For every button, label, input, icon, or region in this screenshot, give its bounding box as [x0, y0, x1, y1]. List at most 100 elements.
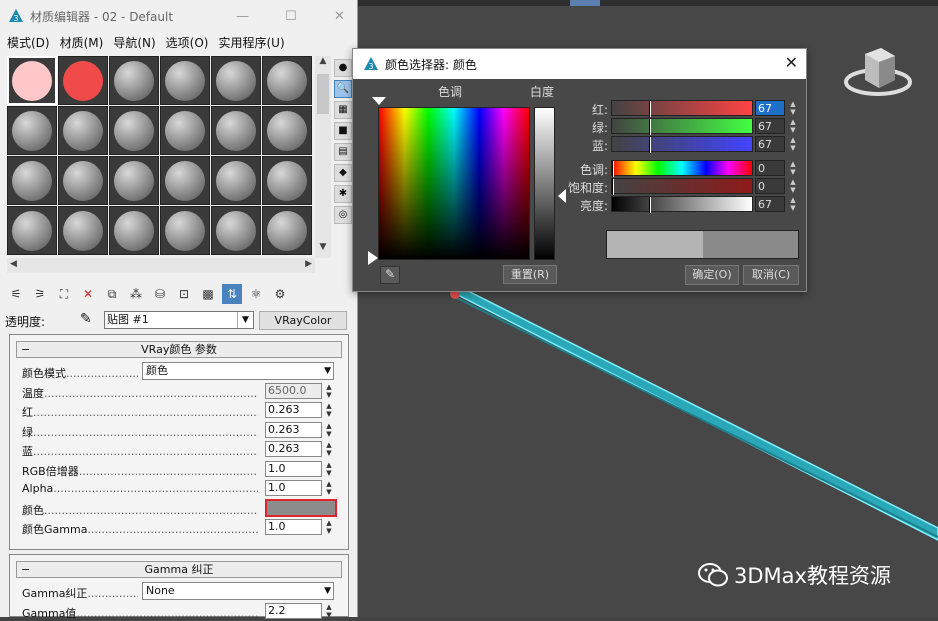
material-slot[interactable] — [7, 156, 57, 205]
param-value-field[interactable]: 1.0 — [265, 480, 322, 496]
viewcube-icon[interactable] — [843, 44, 913, 100]
scroll-right-icon[interactable]: ▶ — [305, 259, 312, 269]
spinner-icon[interactable]: ▲▼ — [324, 519, 334, 535]
spinner-icon[interactable]: ▲▼ — [788, 118, 798, 134]
hue-pointer-icon[interactable] — [372, 97, 386, 105]
make-unique-icon[interactable]: ⁂ — [126, 284, 146, 304]
rollout-header[interactable]: −VRay颜色 参数 — [16, 341, 342, 358]
channel-value-field[interactable]: 67 — [755, 136, 785, 152]
put-to-scene-icon[interactable]: ⚞ — [30, 284, 50, 304]
options-icon[interactable]: ✱ — [334, 185, 352, 203]
material-slot[interactable] — [7, 206, 57, 255]
menu-utilities[interactable]: 实用程序(U) — [215, 32, 287, 52]
material-slot[interactable] — [109, 156, 159, 205]
scroll-up-icon[interactable]: ▲ — [315, 56, 331, 72]
cancel-button[interactable]: 取消(C) — [743, 265, 799, 285]
spinner-icon[interactable]: ▲▼ — [324, 402, 334, 418]
magnify-icon[interactable]: 🔍 — [334, 80, 352, 98]
material-slot[interactable] — [262, 156, 312, 205]
param-value-field[interactable]: 0.263 — [265, 402, 322, 418]
param-value-field[interactable]: 0.263 — [265, 422, 322, 438]
slider-marker[interactable] — [612, 161, 614, 177]
material-id-icon[interactable]: ⊡ — [174, 284, 194, 304]
show-end-result-icon[interactable]: ⇅ — [222, 284, 242, 304]
material-slot[interactable] — [58, 56, 108, 105]
menu-material[interactable]: 材质(M) — [57, 32, 107, 52]
blackness-pointer-icon[interactable] — [558, 189, 566, 203]
slots-vertical-scrollbar[interactable]: ▲ ▼ — [315, 56, 331, 258]
channel-value-field[interactable]: 0 — [755, 160, 785, 176]
menu-navigation[interactable]: 导航(N) — [110, 32, 158, 52]
material-slot[interactable] — [160, 206, 210, 255]
material-slot[interactable] — [58, 156, 108, 205]
spinner-icon[interactable]: ▲▼ — [324, 603, 334, 619]
channel-value-field[interactable]: 67 — [755, 118, 785, 134]
map-type-button[interactable]: VRayColor — [259, 311, 347, 330]
select-by-material-icon[interactable]: ◎ — [334, 206, 352, 224]
go-forward-sibling-icon[interactable]: ⚙ — [270, 284, 290, 304]
make-preview-icon[interactable]: ◆ — [334, 164, 352, 182]
sample-type-icon[interactable]: ● — [334, 59, 352, 77]
rollout-header-gamma[interactable]: −Gamma 纠正 — [16, 561, 342, 578]
channel-value-field[interactable]: 67 — [755, 196, 785, 212]
maximize-icon[interactable]: ☐ — [285, 9, 297, 24]
slider-marker[interactable] — [649, 137, 651, 153]
slots-horizontal-scrollbar[interactable]: ◀ ▶ — [7, 258, 315, 273]
get-material-icon[interactable]: ⚟ — [6, 284, 26, 304]
slider-marker[interactable] — [649, 197, 651, 213]
eyedropper-icon[interactable]: ✎ — [80, 311, 92, 327]
assign-material-icon[interactable]: ⛶ — [54, 284, 74, 304]
param-value-field[interactable]: 6500.0 — [265, 383, 322, 399]
close-icon[interactable]: ✕ — [334, 9, 345, 24]
background-checker-icon[interactable]: ▦ — [334, 101, 352, 119]
show-map-icon[interactable]: ▩ — [198, 284, 218, 304]
channel-slider[interactable] — [611, 178, 753, 194]
material-slot[interactable] — [58, 206, 108, 255]
go-to-parent-icon[interactable]: ⚛ — [246, 284, 266, 304]
material-slot[interactable] — [58, 106, 108, 155]
spinner-icon[interactable]: ▲▼ — [324, 480, 334, 496]
scroll-left-icon[interactable]: ◀ — [10, 259, 17, 269]
close-icon[interactable]: ✕ — [785, 53, 798, 72]
param-value-field[interactable]: 1.0 — [265, 519, 322, 535]
spinner-icon[interactable]: ▲▼ — [788, 100, 798, 116]
menu-mode[interactable]: 模式(D) — [4, 32, 53, 52]
material-slot[interactable] — [7, 106, 57, 155]
backlight-icon[interactable]: ■ — [334, 122, 352, 140]
spinner-icon[interactable]: ▲▼ — [324, 461, 334, 477]
param-value-field[interactable]: 0.263 — [265, 441, 322, 457]
spinner-icon[interactable]: ▲▼ — [788, 136, 798, 152]
ok-button[interactable]: 确定(O) — [685, 265, 739, 285]
whiteness-pointer-icon[interactable] — [368, 251, 378, 265]
spinner-icon[interactable]: ▲▼ — [324, 441, 334, 457]
put-to-library-icon[interactable]: ⛁ — [150, 284, 170, 304]
map-name-select[interactable]: 贴图 #1 ▼ — [104, 311, 254, 329]
reset-icon[interactable]: ✕ — [78, 284, 98, 304]
reset-button[interactable]: 重置(R) — [503, 265, 557, 284]
param-dropdown[interactable]: None▼ — [142, 582, 334, 600]
material-slot[interactable] — [160, 106, 210, 155]
channel-slider[interactable] — [611, 160, 753, 176]
material-slot[interactable] — [262, 56, 312, 105]
param-dropdown[interactable]: 颜色▼ — [142, 362, 334, 380]
spinner-icon[interactable]: ▲▼ — [788, 196, 798, 212]
material-slot[interactable] — [211, 206, 261, 255]
minimize-icon[interactable]: — — [236, 9, 249, 24]
scroll-thumb[interactable] — [317, 74, 329, 114]
eyedropper-icon[interactable]: ✎ — [380, 266, 400, 284]
slider-marker[interactable] — [612, 179, 614, 195]
blackness-slider[interactable] — [534, 107, 555, 260]
param-value-field[interactable]: 2.2 — [265, 603, 322, 619]
channel-value-field[interactable]: 0 — [755, 178, 785, 194]
material-slot[interactable] — [211, 56, 261, 105]
channel-slider[interactable] — [611, 136, 753, 152]
spinner-icon[interactable]: ▲▼ — [324, 422, 334, 438]
material-slot[interactable] — [7, 56, 57, 105]
color-check-icon[interactable]: ▤ — [334, 143, 352, 161]
material-slot[interactable] — [109, 56, 159, 105]
material-slot[interactable] — [160, 56, 210, 105]
material-slot[interactable] — [160, 156, 210, 205]
material-slot[interactable] — [109, 106, 159, 155]
spinner-icon[interactable]: ▲▼ — [324, 383, 334, 399]
channel-slider[interactable] — [611, 100, 753, 116]
